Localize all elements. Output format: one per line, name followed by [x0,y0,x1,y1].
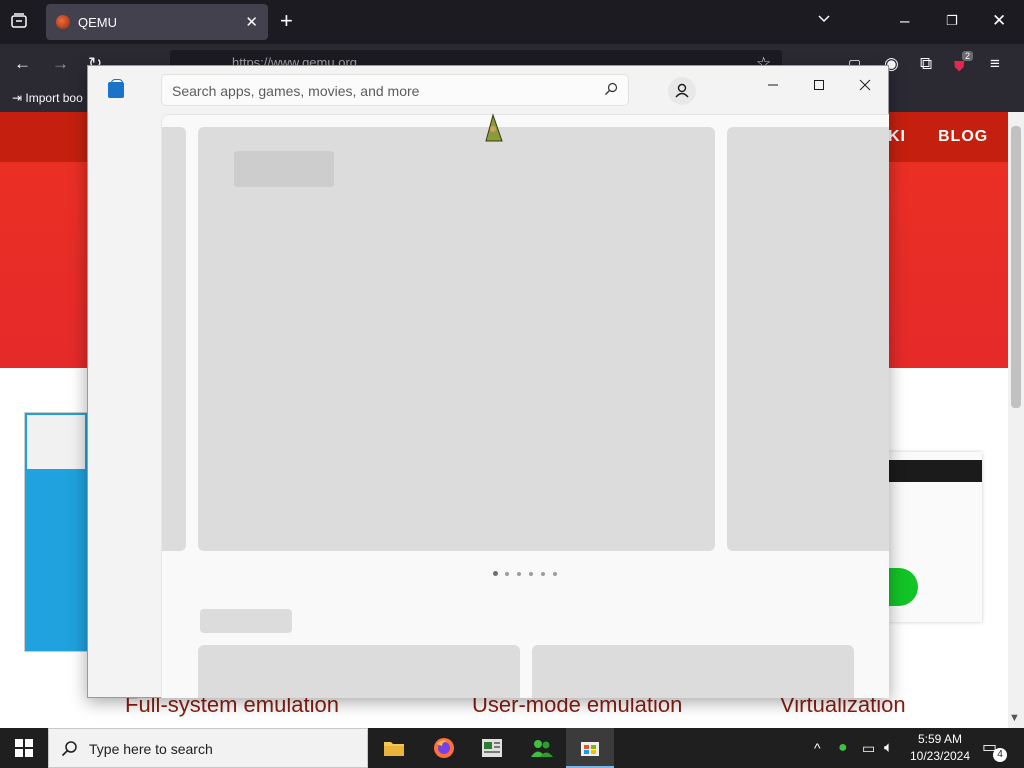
qemu-favicon-icon [56,15,70,29]
firefox-icon [434,738,454,758]
minimize-icon [768,84,778,86]
microsoft-store-taskbar-button[interactable] [566,728,614,768]
tab-title: QEMU [78,14,117,30]
carousel-dot[interactable] [529,572,533,576]
news-app-button[interactable] [468,728,516,768]
taskbar-search-icon [61,741,77,757]
show-hidden-icons-icon[interactable]: ^ [814,738,821,758]
store-search-placeholder: Search apps, games, movies, and more [172,83,420,99]
taskbar-search-box[interactable]: Type here to search [48,728,368,768]
store-maximize-button[interactable] [796,70,842,100]
bookmark-import[interactable]: ⇥ Import boo [12,91,83,105]
app-tile-2[interactable] [532,645,854,698]
store-search-input[interactable]: Search apps, games, movies, and more [161,74,629,106]
carousel-dot[interactable] [553,572,557,576]
clock-date[interactable]: 10/23/2024 [908,749,972,763]
people-app-button[interactable] [518,728,566,768]
person-icon [675,83,689,98]
hero-card-next[interactable] [727,127,889,551]
search-icon[interactable] [604,82,618,96]
extensions-icon[interactable]: ⧉ [920,54,932,74]
browser-restore-icon[interactable]: ❐ [946,11,958,31]
page-scrollbar-thumb[interactable] [1011,126,1021,408]
browser-tab-qemu[interactable]: QEMU ✕ [46,4,268,40]
browser-tab-bar: QEMU ✕ + – ❐ ✕ [0,0,1024,44]
chevron-down-icon[interactable] [816,11,832,32]
store-close-button[interactable] [842,70,888,100]
store-content-area [161,114,889,698]
store-icon [581,742,599,756]
nav-item-blog[interactable]: BLOG [938,128,988,146]
screenshot-thumbnail-right [888,452,982,622]
new-tab-icon[interactable]: + [280,10,293,32]
extension-badge: 2 [962,51,974,61]
taskbar-search-placeholder: Type here to search [89,741,213,757]
volume-icon[interactable]: 🔈︎ [884,738,893,758]
forward-arrow-icon[interactable]: → [52,54,69,74]
carousel-dot[interactable] [517,572,521,576]
thumbnail-window [27,415,85,469]
network-icon[interactable]: ▭ [862,738,875,758]
hero-card-previous[interactable] [162,127,186,551]
nav-item-wiki[interactable]: KI [888,128,906,146]
notification-count-badge: 4 [993,748,1007,762]
store-minimize-button[interactable] [750,70,796,100]
thumbnail-header [888,460,982,482]
screenshot-thumbnail-left [24,412,88,652]
start-button[interactable] [0,728,48,768]
bookmark-import-label: Import boo [25,91,83,105]
close-tab-icon[interactable]: ✕ [245,13,258,31]
thumbnail-chart [888,568,918,606]
file-explorer-button[interactable] [370,728,418,768]
carousel-dot[interactable] [493,571,498,576]
clock-time[interactable]: 5:59 AM [908,732,972,746]
scroll-down-arrow-icon[interactable]: ▼ [1009,712,1020,724]
firefox-button[interactable] [420,728,468,768]
menu-hamburger-icon[interactable]: ≡ [990,54,1000,74]
windows-taskbar: Type here to search ^ ● ▭ 🔈︎ 5:59 AM 10/… [0,728,1024,768]
profile-avatar[interactable] [668,77,696,105]
tab-list-icon[interactable] [10,12,28,35]
close-icon [859,79,871,91]
news-icon [482,739,502,757]
browser-minimize-icon[interactable]: – [900,11,909,31]
user-status-icon[interactable]: ● [838,738,848,758]
carousel-dot[interactable] [541,572,545,576]
app-tile-1[interactable] [198,645,520,698]
hero-card-main[interactable] [198,127,715,551]
mouse-cursor-icon [485,113,503,142]
microsoft-store-window: Search apps, games, movies, and more [87,65,889,698]
people-icon [531,740,553,757]
section-title-placeholder [200,609,292,633]
carousel-dot[interactable] [505,572,509,576]
back-arrow-icon[interactable]: ← [14,54,31,74]
hero-title-placeholder [234,151,334,187]
browser-close-icon[interactable]: ✕ [992,11,1006,31]
maximize-icon [814,80,824,90]
folder-icon [384,742,404,756]
windows-logo-icon [15,739,33,757]
store-bag-icon [108,79,124,98]
